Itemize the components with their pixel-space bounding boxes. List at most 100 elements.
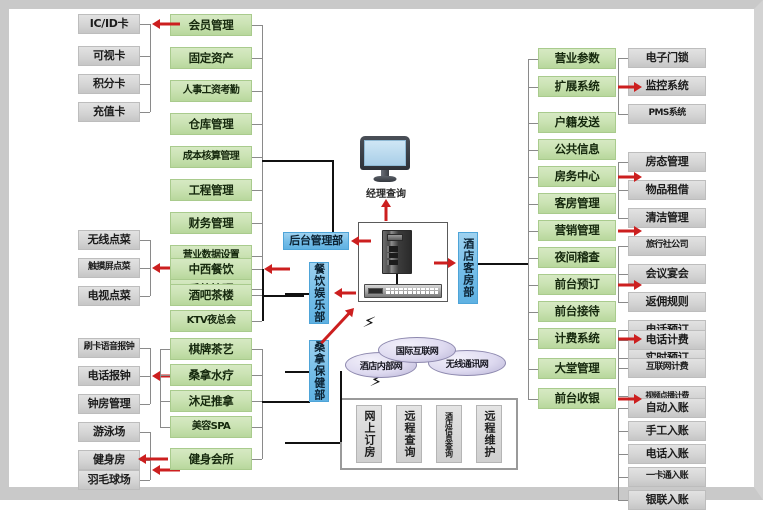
connector-line bbox=[252, 25, 262, 26]
node-room-module-10[interactable]: 计费系统 bbox=[538, 328, 616, 349]
node-sauna-2[interactable]: 沐足推拿 bbox=[170, 390, 252, 412]
node-room-module-9[interactable]: 前台接待 bbox=[538, 301, 616, 322]
network-switch bbox=[364, 284, 442, 298]
node-room-module-0[interactable]: 营业参数 bbox=[538, 48, 616, 69]
connector-line bbox=[262, 160, 332, 162]
node-room-module-8[interactable]: 前台预订 bbox=[538, 274, 616, 295]
connector-line bbox=[528, 311, 538, 313]
node-remote-service-3[interactable]: 远程维护 bbox=[476, 405, 502, 463]
node-room-module-1[interactable]: 扩展系统 bbox=[538, 76, 616, 97]
connector-line bbox=[618, 454, 628, 455]
node-dept-dining[interactable]: 餐饮娱乐部 bbox=[309, 262, 329, 324]
node-order-method-2[interactable]: 电视点菜 bbox=[78, 286, 140, 306]
connector-line bbox=[618, 162, 619, 218]
manager-query-monitor bbox=[360, 136, 410, 182]
node-marketing-0[interactable]: 旅行社公司 bbox=[628, 236, 706, 256]
node-card-type-3[interactable]: 充值卡 bbox=[78, 102, 140, 122]
node-dept-room[interactable]: 酒店客房部 bbox=[458, 232, 478, 304]
node-housekeeping-0[interactable]: 房态管理 bbox=[628, 152, 706, 172]
node-billing-1[interactable]: 互联网计费 bbox=[628, 358, 706, 378]
monitor-screen bbox=[364, 140, 406, 167]
connector-line bbox=[618, 246, 628, 247]
node-dept-back-office[interactable]: 后台管理部 bbox=[283, 232, 349, 250]
node-sport-facility-1[interactable]: 健身房 bbox=[78, 450, 140, 470]
node-order-method-0[interactable]: 无线点菜 bbox=[78, 230, 140, 250]
node-room-module-12[interactable]: 前台收银 bbox=[538, 388, 616, 409]
connector-line bbox=[528, 58, 529, 399]
node-back-office-5[interactable]: 工程管理 bbox=[170, 179, 252, 201]
node-cashier-3[interactable]: 一卡通入账 bbox=[628, 467, 706, 487]
connector-line bbox=[160, 401, 170, 402]
node-dept-sauna[interactable]: 桑拿保健部 bbox=[309, 340, 329, 402]
node-marketing-2[interactable]: 返佣规则 bbox=[628, 292, 706, 312]
connector-line bbox=[160, 427, 170, 428]
node-sauna-4[interactable]: 健身会所 bbox=[170, 448, 252, 470]
connector-line bbox=[285, 442, 340, 444]
connector-line bbox=[618, 302, 628, 303]
node-cashier-4[interactable]: 银联入账 bbox=[628, 490, 706, 510]
connector-line bbox=[528, 257, 538, 259]
connector-line bbox=[262, 349, 263, 459]
node-sauna-3[interactable]: 美容SPA bbox=[170, 416, 252, 438]
connector-line bbox=[252, 269, 262, 270]
node-remote-service-0[interactable]: 网上订房 bbox=[356, 405, 382, 463]
connector-line bbox=[140, 296, 150, 297]
node-card-type-1[interactable]: 可视卡 bbox=[78, 46, 140, 66]
node-dining-0[interactable]: 中西餐饮 bbox=[170, 258, 252, 280]
node-room-module-4[interactable]: 房务中心 bbox=[538, 166, 616, 187]
node-extension-system-2[interactable]: PMS系统 bbox=[628, 104, 706, 124]
node-back-office-1[interactable]: 固定资产 bbox=[170, 47, 252, 69]
node-extension-system-0[interactable]: 电子门锁 bbox=[628, 48, 706, 68]
node-back-office-2[interactable]: 人事工资考勤 bbox=[170, 80, 252, 102]
node-room-module-11[interactable]: 大堂管理 bbox=[538, 358, 616, 379]
server-tower bbox=[382, 230, 412, 274]
network-cloud-1: 国际互联网 bbox=[378, 337, 456, 363]
node-room-module-7[interactable]: 夜间稽查 bbox=[538, 247, 616, 268]
node-sauna-0[interactable]: 棋牌茶艺 bbox=[170, 338, 252, 360]
connector-line bbox=[150, 348, 151, 404]
node-back-office-4[interactable]: 成本核算管理 bbox=[170, 146, 252, 168]
node-remote-service-1[interactable]: 远程查询 bbox=[396, 405, 422, 463]
node-dining-2[interactable]: KTV夜总会 bbox=[170, 310, 252, 332]
node-cashier-2[interactable]: 电话入账 bbox=[628, 444, 706, 464]
node-clock-service-0[interactable]: 刷卡语音报钟 bbox=[78, 338, 140, 358]
connector-line bbox=[140, 112, 150, 113]
connector-line bbox=[528, 230, 538, 232]
connector-line bbox=[618, 358, 628, 359]
node-room-module-3[interactable]: 公共信息 bbox=[538, 139, 616, 160]
node-order-method-1[interactable]: 触摸屏点菜 bbox=[78, 258, 140, 278]
connector-line bbox=[252, 91, 262, 92]
node-room-module-6[interactable]: 营销管理 bbox=[538, 220, 616, 241]
node-room-module-2[interactable]: 户籍发送 bbox=[538, 112, 616, 133]
connector-line bbox=[140, 56, 150, 57]
connector-line bbox=[285, 293, 309, 295]
connector-line bbox=[252, 295, 262, 296]
connector-line bbox=[528, 122, 538, 124]
connector-line bbox=[618, 408, 619, 500]
node-dining-1[interactable]: 酒吧茶楼 bbox=[170, 284, 252, 306]
connector-line bbox=[140, 376, 150, 377]
node-clock-service-2[interactable]: 钟房管理 bbox=[78, 394, 140, 414]
node-back-office-0[interactable]: 会员管理 bbox=[170, 14, 252, 36]
connector-line bbox=[262, 295, 304, 297]
connector-line bbox=[252, 401, 262, 402]
node-sport-facility-2[interactable]: 羽毛球场 bbox=[78, 470, 140, 490]
node-card-type-2[interactable]: 积分卡 bbox=[78, 74, 140, 94]
node-remote-service-2[interactable]: 酒店信息查询 bbox=[436, 405, 462, 463]
connector-line bbox=[140, 24, 150, 25]
node-back-office-6[interactable]: 财务管理 bbox=[170, 212, 252, 234]
connector-line bbox=[528, 203, 538, 205]
node-clock-service-1[interactable]: 电话报钟 bbox=[78, 366, 140, 386]
node-housekeeping-1[interactable]: 物品租借 bbox=[628, 180, 706, 200]
node-room-module-5[interactable]: 客房管理 bbox=[538, 193, 616, 214]
connector-line bbox=[528, 58, 538, 60]
connector-line bbox=[140, 240, 150, 241]
node-card-type-0[interactable]: IC/ID卡 bbox=[78, 14, 140, 34]
node-back-office-3[interactable]: 仓库管理 bbox=[170, 113, 252, 135]
node-cashier-1[interactable]: 手工入账 bbox=[628, 421, 706, 441]
connector-line bbox=[340, 371, 342, 442]
connector-line bbox=[252, 190, 262, 191]
connector-line bbox=[140, 268, 150, 269]
node-sauna-1[interactable]: 桑拿水疗 bbox=[170, 364, 252, 386]
node-sport-facility-0[interactable]: 游泳场 bbox=[78, 422, 140, 442]
